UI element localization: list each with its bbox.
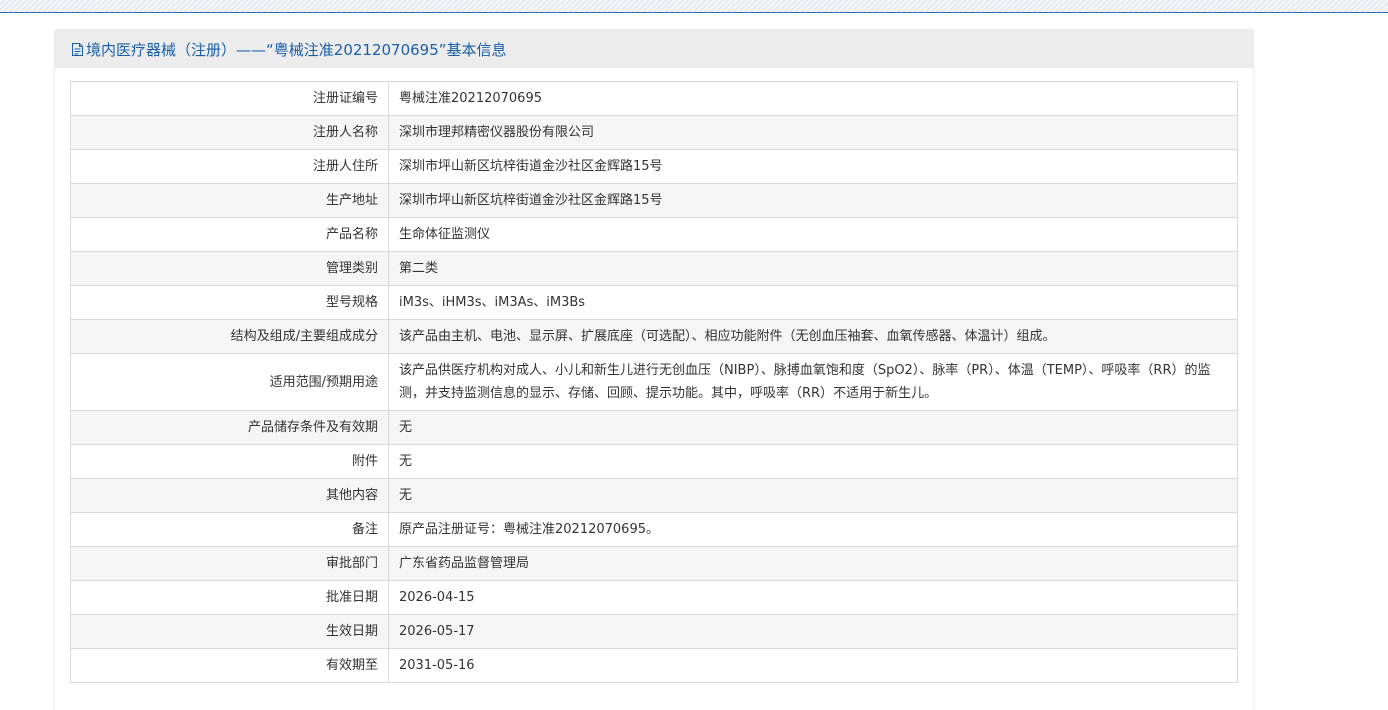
row-label: 备注 (70, 512, 389, 547)
table-row: 适用范围/预期用途 该产品供医疗机构对成人、小儿和新生儿进行无创血压（NIBP）… (70, 353, 1238, 411)
info-table: 注册证编号 粤械注准20212070695 注册人名称 深圳市理邦精密仪器股份有… (70, 81, 1238, 683)
row-label: 产品名称 (70, 217, 389, 252)
row-value: 深圳市坪山新区坑梓街道金沙社区金辉路15号 (388, 183, 1238, 218)
row-label: 附件 (70, 444, 389, 479)
document-icon (72, 43, 83, 56)
table-row: 注册证编号 粤械注准20212070695 (70, 81, 1238, 116)
table-row: 型号规格 iM3s、iHM3s、iM3As、iM3Bs (70, 285, 1238, 320)
row-value: 深圳市理邦精密仪器股份有限公司 (388, 115, 1238, 150)
panel-title: 境内医疗器械（注册）——“粤械注准20212070695”基本信息 (86, 41, 507, 59)
row-value: 2026-04-15 (388, 580, 1238, 615)
table-row: 产品名称 生命体征监测仪 (70, 217, 1238, 252)
table-row: 审批部门 广东省药品监督管理局 (70, 546, 1238, 581)
table-row: 产品储存条件及有效期 无 (70, 410, 1238, 445)
row-label: 批准日期 (70, 580, 389, 615)
top-pattern-strip (0, 0, 1388, 12)
table-row: 结构及组成/主要组成成分 该产品由主机、电池、显示屏、扩展底座（可选配）、相应功… (70, 319, 1238, 354)
table-row: 管理类别 第二类 (70, 251, 1238, 286)
table-row: 注册人名称 深圳市理邦精密仪器股份有限公司 (70, 115, 1238, 150)
row-label: 生效日期 (70, 614, 389, 649)
table-row: 附件 无 (70, 444, 1238, 479)
row-label: 审批部门 (70, 546, 389, 581)
table-row: 有效期至 2031-05-16 (70, 648, 1238, 683)
row-label: 结构及组成/主要组成成分 (70, 319, 389, 354)
row-label: 注册证编号 (70, 81, 389, 116)
row-value: 深圳市坪山新区坑梓街道金沙社区金辉路15号 (388, 149, 1238, 184)
row-value: 生命体征监测仪 (388, 217, 1238, 252)
table-row: 注册人住所 深圳市坪山新区坑梓街道金沙社区金辉路15号 (70, 149, 1238, 184)
row-label: 其他内容 (70, 478, 389, 513)
row-label: 产品储存条件及有效期 (70, 410, 389, 445)
row-value: 原产品注册证号：粤械注准20212070695。 (388, 512, 1238, 547)
row-label: 注册人名称 (70, 115, 389, 150)
row-value: 粤械注准20212070695 (388, 81, 1238, 116)
table-row: 批准日期 2026-04-15 (70, 580, 1238, 615)
row-value: iM3s、iHM3s、iM3As、iM3Bs (388, 285, 1238, 320)
row-value: 2026-05-17 (388, 614, 1238, 649)
row-value: 无 (388, 478, 1238, 513)
table-row: 生产地址 深圳市坪山新区坑梓街道金沙社区金辉路15号 (70, 183, 1238, 218)
row-value: 无 (388, 444, 1238, 479)
panel-header: 境内医疗器械（注册）——“粤械注准20212070695”基本信息 (55, 30, 1253, 68)
row-label: 适用范围/预期用途 (70, 353, 389, 411)
table-row: 备注 原产品注册证号：粤械注准20212070695。 (70, 512, 1238, 547)
row-value: 2031-05-16 (388, 648, 1238, 683)
row-value: 广东省药品监督管理局 (388, 546, 1238, 581)
top-divider-line (0, 12, 1388, 13)
row-label: 有效期至 (70, 648, 389, 683)
row-label: 型号规格 (70, 285, 389, 320)
row-label: 生产地址 (70, 183, 389, 218)
row-value: 无 (388, 410, 1238, 445)
table-row: 生效日期 2026-05-17 (70, 614, 1238, 649)
table-row: 其他内容 无 (70, 478, 1238, 513)
device-info-panel: 境内医疗器械（注册）——“粤械注准20212070695”基本信息 注册证编号 … (55, 30, 1253, 710)
row-value: 该产品由主机、电池、显示屏、扩展底座（可选配）、相应功能附件（无创血压袖套、血氧… (388, 319, 1238, 354)
row-label: 管理类别 (70, 251, 389, 286)
row-label: 注册人住所 (70, 149, 389, 184)
row-value: 第二类 (388, 251, 1238, 286)
row-value: 该产品供医疗机构对成人、小儿和新生儿进行无创血压（NIBP）、脉搏血氧饱和度（S… (388, 353, 1238, 411)
